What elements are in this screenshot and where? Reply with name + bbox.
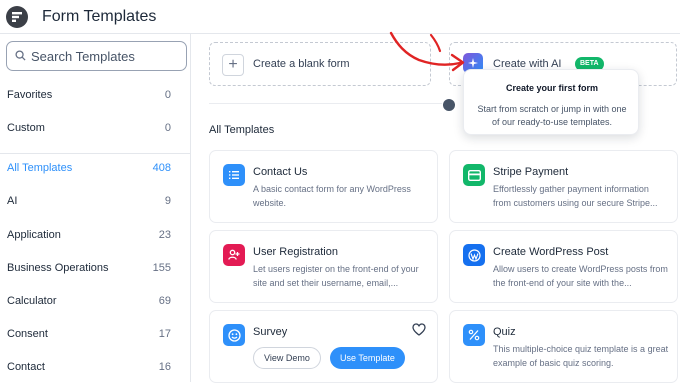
section-title: All Templates bbox=[209, 124, 275, 136]
tooltip-title: Create your first form bbox=[505, 83, 599, 93]
search-placeholder: Search Templates bbox=[31, 49, 135, 64]
heart-icon[interactable] bbox=[412, 323, 426, 336]
use-template-button[interactable]: Use Template bbox=[330, 347, 405, 369]
template-description: A basic contact form for any WordPress w… bbox=[253, 184, 411, 208]
sidebar-item-count: 69 bbox=[158, 295, 171, 307]
create-blank-form-label: Create a blank form bbox=[253, 58, 350, 70]
template-card-stripe-payment[interactable]: Stripe Payment Effortlessly gather payme… bbox=[449, 150, 678, 223]
wordpress-icon bbox=[463, 244, 485, 266]
sidebar-item-count: 23 bbox=[158, 229, 171, 241]
percent-icon bbox=[463, 324, 485, 346]
sidebar-item-count: 0 bbox=[164, 122, 171, 134]
user-plus-icon bbox=[223, 244, 245, 266]
template-card-quiz[interactable]: Quiz This multiple-choice quiz template … bbox=[449, 310, 678, 383]
template-name: Stripe Payment bbox=[493, 166, 569, 178]
sidebar-item-label: All Templates bbox=[7, 162, 73, 174]
template-name: User Registration bbox=[253, 246, 338, 258]
sidebar-item-label: Consent bbox=[7, 328, 48, 340]
template-description: Allow users to create WordPress posts fr… bbox=[493, 264, 668, 288]
page-title: Form Templates bbox=[42, 8, 157, 25]
main-content: + Create a blank form Create with AI BET… bbox=[191, 34, 680, 383]
top-bar: Form Templates bbox=[0, 0, 680, 34]
divider bbox=[209, 103, 442, 104]
sidebar-item-contact[interactable]: Contact 16 bbox=[0, 353, 190, 383]
sidebar-item-count: 408 bbox=[152, 162, 171, 174]
sidebar-item-count: 17 bbox=[158, 328, 171, 340]
onboarding-tooltip: Create your first form Start from scratc… bbox=[463, 69, 639, 135]
tour-hotspot[interactable] bbox=[443, 99, 455, 111]
sidebar-item-label: Application bbox=[7, 229, 61, 241]
smile-icon bbox=[223, 324, 245, 346]
sidebar-item-ai[interactable]: AI 9 bbox=[0, 187, 190, 217]
sidebar-item-count: 9 bbox=[164, 195, 171, 207]
search-input[interactable]: Search Templates bbox=[6, 41, 187, 71]
sidebar-item-consent[interactable]: Consent 17 bbox=[0, 320, 190, 350]
template-card-contact-us[interactable]: Contact Us A basic contact form for any … bbox=[209, 150, 438, 223]
template-name: Quiz bbox=[493, 326, 516, 338]
sidebar-item-label: Calculator bbox=[7, 295, 57, 307]
template-description: Let users register on the front-end of y… bbox=[253, 264, 419, 288]
sidebar-item-count: 155 bbox=[152, 262, 171, 274]
sidebar-item-label: Favorites bbox=[7, 89, 53, 101]
annotation-arrow-icon bbox=[389, 31, 465, 72]
sidebar-item-label: Custom bbox=[7, 122, 45, 134]
sidebar: Search Templates Favorites 0 Custom 0 All … bbox=[0, 34, 191, 382]
tooltip-description: Start from scratch or jump in with one o… bbox=[477, 104, 627, 127]
sidebar-item-calculator[interactable]: Calculator 69 bbox=[0, 287, 190, 317]
list-icon bbox=[223, 164, 245, 186]
sidebar-item-label: AI bbox=[7, 195, 18, 207]
template-description: Effortlessly gather payment information … bbox=[493, 184, 658, 208]
template-name: Contact Us bbox=[253, 166, 308, 178]
sidebar-item-all-templates[interactable]: All Templates 408 bbox=[0, 154, 190, 184]
plus-icon: + bbox=[222, 54, 244, 76]
template-description: This multiple-choice quiz template is a … bbox=[493, 344, 669, 368]
sidebar-item-label: Business Operations bbox=[7, 262, 109, 274]
template-name: Create WordPress Post bbox=[493, 246, 609, 258]
search-icon bbox=[15, 50, 26, 61]
template-card-create-wordpress-post[interactable]: Create WordPress Post Allow users to cre… bbox=[449, 230, 678, 303]
sidebar-item-custom[interactable]: Custom 0 bbox=[0, 114, 190, 144]
view-demo-button[interactable]: View Demo bbox=[253, 347, 321, 369]
formidable-logo-icon[interactable] bbox=[6, 6, 28, 28]
sidebar-item-application[interactable]: Application 23 bbox=[0, 221, 190, 251]
template-name: Survey bbox=[253, 326, 288, 338]
template-card-survey[interactable]: Survey View Demo Use Template bbox=[209, 310, 438, 383]
sidebar-item-label: Contact bbox=[7, 361, 45, 373]
sidebar-item-business-operations[interactable]: Business Operations 155 bbox=[0, 254, 190, 284]
sidebar-item-favorites[interactable]: Favorites 0 bbox=[0, 81, 190, 111]
sidebar-item-count: 16 bbox=[158, 361, 171, 373]
template-card-user-registration[interactable]: User Registration Let users register on … bbox=[209, 230, 438, 303]
sidebar-item-count: 0 bbox=[164, 89, 171, 101]
credit-card-icon bbox=[463, 164, 485, 186]
